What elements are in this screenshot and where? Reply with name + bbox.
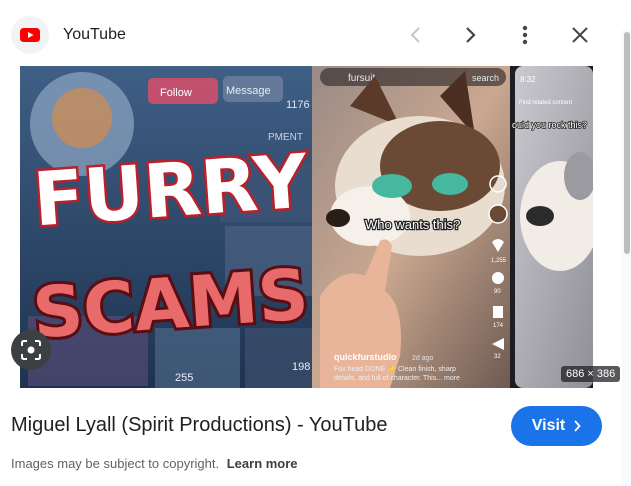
comments-text: 90 <box>494 289 501 295</box>
site-name[interactable]: YouTube <box>63 26 126 44</box>
scrollbar-thumb[interactable] <box>624 32 630 254</box>
phone-time-text: 8:32 <box>520 75 536 84</box>
visit-button[interactable]: Visit <box>511 406 602 446</box>
copyright-notice: Images may be subject to copyright. Lear… <box>11 456 298 471</box>
description-line2: details, and full of character. This... … <box>334 375 460 382</box>
follow-text: Follow <box>160 87 192 99</box>
description-line1: Fox head DONE ✨ Clean finish, sharp <box>334 364 456 373</box>
caption-text: Who wants this? <box>365 217 460 232</box>
youtube-logo-icon <box>11 16 49 54</box>
previous-button[interactable] <box>403 22 429 48</box>
next-button[interactable] <box>457 22 483 48</box>
phone-search-text: Find related content <box>519 100 572 106</box>
count-text: 1176 <box>286 99 310 111</box>
close-button[interactable] <box>567 22 593 48</box>
message-text: Message <box>226 85 271 97</box>
copyright-text: Images may be subject to copyright. <box>11 456 220 471</box>
views-b-text: 198 <box>292 361 310 373</box>
shares-text: 32 <box>494 354 501 360</box>
chevron-right-icon <box>466 27 476 43</box>
result-title[interactable]: Miguel Lyall (Spirit Productions) - YouT… <box>11 414 387 437</box>
learn-more-link[interactable]: Learn more <box>227 456 298 471</box>
username-text: quickfurstudio <box>334 352 397 362</box>
image-viewer-header: YouTube <box>0 0 631 68</box>
chevron-right-icon <box>574 420 581 432</box>
likes-text: 1,255 <box>491 258 507 264</box>
phone-caption-text: ould you rock this? <box>512 120 587 130</box>
time-ago-text: 2d ago <box>412 355 434 362</box>
lens-search-button[interactable] <box>11 330 51 370</box>
chevron-left-icon <box>410 27 420 43</box>
close-icon <box>572 27 588 43</box>
more-options-button[interactable] <box>512 22 538 48</box>
image-dimensions-badge: 686 × 386 <box>561 366 621 382</box>
more-vert-icon <box>522 25 528 45</box>
views-a-text: 255 <box>175 372 193 384</box>
visit-label: Visit <box>531 417 566 434</box>
thumbnail-graphic: Follow Message 1176 PMENT 255 198 FURRY … <box>20 66 593 388</box>
preview-image[interactable]: Follow Message 1176 PMENT 255 198 FURRY … <box>20 66 593 388</box>
saves-text: 174 <box>493 323 504 329</box>
lens-icon <box>21 340 41 360</box>
search-action-text: search <box>472 73 499 83</box>
